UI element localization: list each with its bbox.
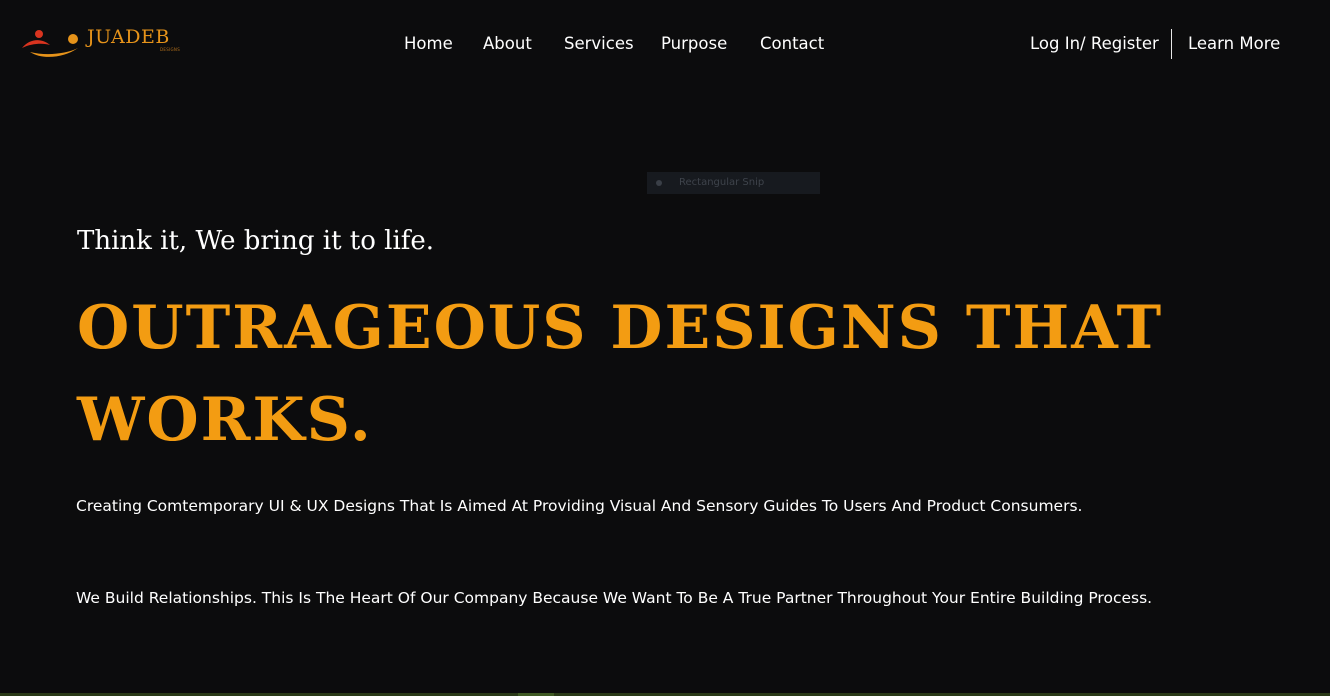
nav-home[interactable]: Home (404, 33, 453, 55)
logo-wordmark: JUADEB (87, 26, 170, 48)
snip-label: Rectangular Snip (679, 177, 765, 188)
nav-purpose[interactable]: Purpose (661, 33, 727, 55)
learn-more-link[interactable]: Learn More (1188, 33, 1280, 55)
logo[interactable]: JUADEB DESIGNS (20, 24, 190, 64)
nav-contact[interactable]: Contact (760, 33, 824, 55)
login-register-link[interactable]: Log In/ Register (1030, 33, 1159, 55)
logo-subtext: DESIGNS (160, 47, 181, 52)
hero-headline: OUTRAGEOUS DESIGNS THAT WORKS. (77, 293, 1164, 455)
snip-icon (656, 180, 662, 186)
nav-about[interactable]: About (483, 33, 532, 55)
rectangular-snip-chip[interactable]: Rectangular Snip (647, 172, 820, 194)
hero-description-1: Creating Comtemporary UI & UX Designs Th… (76, 497, 1083, 515)
hero-description-2: We Build Relationships. This Is The Hear… (76, 589, 1153, 607)
logo-mark-icon (22, 30, 78, 57)
hero-tagline: Think it, We bring it to life. (77, 226, 435, 256)
nav-divider (1171, 29, 1172, 59)
nav-services[interactable]: Services (564, 33, 634, 55)
